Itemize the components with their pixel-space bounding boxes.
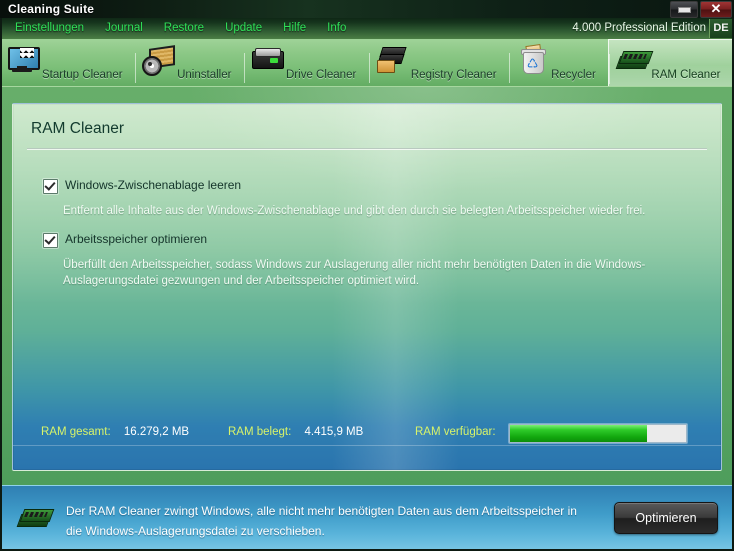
ram-available-progress-fill [510,425,648,442]
recyclebin-icon: ♺ [515,44,551,74]
menu-bar: Einstellungen Journal Restore Update Hil… [0,18,734,40]
title-bar: Cleaning Suite ✕ [0,0,734,19]
uninstaller-icon [141,45,177,76]
toolbar-tabs: Startup Cleaner Uninstaller Drive Cleane… [0,39,734,86]
checkbox-clipboard[interactable] [43,179,58,194]
option-clipboard: Windows-Zwischenablage leeren Entfernt a… [43,178,703,219]
menu-item-hilfe[interactable]: Hilfe [274,18,318,38]
footer-message: Der RAM Cleaner zwingt Windows, alle nic… [66,504,577,538]
tab-ram-cleaner[interactable]: RAM Cleaner [608,39,734,86]
menu-item-einstellungen[interactable]: Einstellungen [6,18,96,38]
close-button[interactable]: ✕ [700,1,732,18]
option-optimize-memory-label: Arbeitsspeicher optimieren [65,232,208,246]
menu-item-journal[interactable]: Journal [96,18,155,38]
close-icon: ✕ [710,1,722,16]
ram-available: RAM verfügbar: [415,426,496,438]
application-window: Cleaning Suite ✕ Einstellungen Journal R… [0,0,734,551]
ram-used-label: RAM belegt: [228,426,292,438]
checkbox-optimize-memory[interactable] [43,233,58,248]
tab-label-recycler: Recycler [551,69,596,81]
status-divider [13,445,721,446]
ram-total-value: 16.279,2 MB [123,426,190,438]
window-border-left [0,18,2,551]
option-clipboard-row[interactable]: Windows-Zwischenablage leeren [43,178,703,194]
minimize-button[interactable] [670,1,698,18]
edition-label: 4.000 Professional Edition [572,22,706,34]
tab-label-ram-cleaner: RAM Cleaner [651,69,721,81]
menu-items: Einstellungen Journal Restore Update Hil… [6,18,358,38]
tab-recycler[interactable]: ♺ Recycler [509,39,608,86]
option-optimize-memory-description: Überfüllt den Arbeitsspeicher, sodass Wi… [63,259,646,287]
tab-registry-cleaner[interactable]: Registry Cleaner [368,39,509,86]
harddrive-icon [250,45,286,73]
ram-available-progressbar [509,424,687,443]
tab-label-drive-cleaner: Drive Cleaner [286,69,357,81]
ram-icon [16,504,55,534]
monitor-icon [6,45,42,73]
title-divider [27,148,707,150]
menu-item-info[interactable]: Info [318,18,358,38]
window-title: Cleaning Suite [8,2,95,16]
content-stage: RAM Cleaner Windows-Zwischenablage leere… [0,86,734,486]
tab-drive-cleaner[interactable]: Drive Cleaner [244,39,369,86]
ram-used-value: 4.415,9 MB [304,426,364,438]
tab-uninstaller[interactable]: Uninstaller [135,39,244,86]
ram-status-bar: RAM gesamt: 16.279,2 MB RAM belegt: 4.41… [13,412,721,470]
registry-icon [375,45,411,73]
ram-total-label: RAM gesamt: [41,426,111,438]
tab-label-registry-cleaner: Registry Cleaner [410,69,497,81]
ram-used: RAM belegt: 4.415,9 MB [228,426,363,438]
language-badge[interactable]: DE [709,19,732,38]
option-clipboard-label: Windows-Zwischenablage leeren [65,178,242,192]
menu-item-update[interactable]: Update [216,18,274,38]
menu-item-restore[interactable]: Restore [155,18,216,38]
option-optimize-memory: Arbeitsspeicher optimieren Überfüllt den… [43,232,703,289]
footer-bar: Der RAM Cleaner zwingt Windows, alle nic… [0,485,734,551]
tab-startup-cleaner[interactable]: Startup Cleaner [0,39,135,86]
optimize-button[interactable]: Optimieren [614,502,718,534]
tab-label-startup-cleaner: Startup Cleaner [42,69,123,81]
page-title: RAM Cleaner [31,120,125,137]
option-optimize-memory-row[interactable]: Arbeitsspeicher optimieren [43,232,703,248]
tab-label-uninstaller: Uninstaller [177,69,232,81]
ram-total: RAM gesamt: 16.279,2 MB [41,426,189,438]
ram-icon [615,46,654,74]
window-controls: ✕ [670,1,732,18]
option-clipboard-description: Entfernt alle Inhalte aus der Windows-Zw… [63,205,646,217]
ram-available-label: RAM verfügbar: [415,426,496,438]
ram-cleaner-panel: RAM Cleaner Windows-Zwischenablage leere… [12,103,722,471]
